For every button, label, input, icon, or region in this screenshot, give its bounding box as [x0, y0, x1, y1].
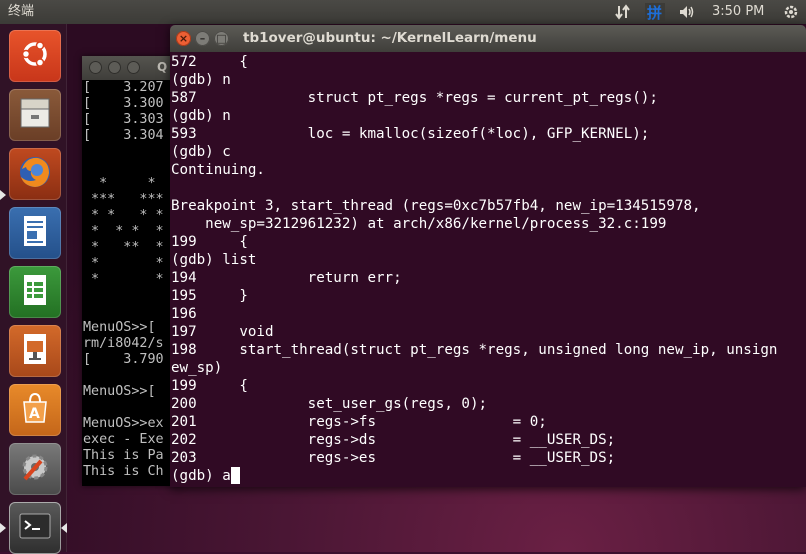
- qemu-console-line: * ** *: [83, 240, 164, 255]
- qemu-console-line: [ 3.304: [83, 128, 164, 143]
- wrench-gear-icon: [17, 449, 53, 489]
- qemu-console-line: * *: [83, 176, 156, 191]
- writer-document-icon: [17, 213, 53, 253]
- close-button[interactable]: ×: [176, 31, 191, 46]
- launcher-dash-button[interactable]: [9, 30, 61, 82]
- terminal-prompt-line[interactable]: (gdb) a: [171, 467, 806, 485]
- terminal-line: new_sp=3212961232) at arch/x86/kernel/pr…: [171, 216, 667, 232]
- active-app-title: 终端: [8, 4, 35, 19]
- launcher-files-button[interactable]: [9, 89, 61, 141]
- launcher-terminal-button[interactable]: [9, 502, 61, 554]
- terminal-line: Breakpoint 3, start_thread (regs=0xc7b57…: [171, 198, 701, 214]
- ubuntu-logo-icon: [17, 36, 53, 76]
- top-panel: 终端 拼 3:50 PM: [0, 0, 806, 24]
- terminal-line: 197 void: [171, 324, 274, 340]
- launcher-calc-button[interactable]: [9, 266, 61, 318]
- qemu-console-line: [83, 144, 183, 160]
- terminal-line: (gdb) n: [171, 72, 231, 88]
- maximize-button[interactable]: □: [214, 31, 229, 46]
- terminal-line: 587 struct pt_regs *regs = current_pt_re…: [171, 90, 658, 106]
- impress-presentation-icon: [17, 331, 53, 371]
- qemu-close-button[interactable]: [89, 61, 102, 74]
- minimize-button[interactable]: –: [195, 31, 210, 46]
- terminal-line: 203 regs->es = __USER_DS;: [171, 450, 616, 466]
- qemu-console-line: This is Ch: [83, 464, 164, 479]
- focused-indicator: [61, 523, 67, 533]
- qemu-console-line: [ 3.303: [83, 112, 164, 127]
- qemu-window[interactable]: Q [ 3.207[ 3.300[ 3.303[ 3.304 * * *** *…: [82, 56, 182, 486]
- qemu-console-line: exec - Exe: [83, 432, 164, 447]
- power-gear-icon[interactable]: [780, 0, 802, 24]
- terminal-line: 195 }: [171, 288, 248, 304]
- qemu-console-line: [ 3.300: [83, 96, 164, 111]
- qemu-console-line: MenuOS>>ex: [83, 416, 164, 431]
- firefox-icon: [16, 153, 54, 195]
- qemu-minimize-button[interactable]: [108, 61, 121, 74]
- qemu-console-line: * * * *: [83, 224, 164, 239]
- qemu-console-line: [83, 368, 183, 384]
- file-cabinet-icon: [17, 95, 53, 135]
- qemu-console-line: [83, 160, 183, 176]
- network-updown-icon[interactable]: [612, 0, 634, 24]
- qemu-console-line: * * * *: [83, 208, 164, 223]
- qemu-console-line: [83, 288, 183, 304]
- terminal-line: 202 regs->ds = __USER_DS;: [171, 432, 616, 448]
- launcher-writer-button[interactable]: [9, 207, 61, 259]
- qemu-console-line: [ 3.790: [83, 352, 164, 367]
- launcher: A: [0, 24, 67, 554]
- input-method-icon[interactable]: 拼: [643, 0, 667, 24]
- qemu-console-line: *** ***: [83, 192, 164, 207]
- running-indicator: [0, 523, 6, 533]
- calc-spreadsheet-icon: [17, 272, 53, 312]
- qemu-console-line: _: [83, 480, 183, 486]
- terminal-line: 199 {: [171, 234, 248, 250]
- qemu-console-line: This is Pa: [83, 448, 164, 463]
- qemu-console-output[interactable]: [ 3.207[ 3.300[ 3.303[ 3.304 * * *** ***…: [82, 80, 183, 486]
- qemu-console-line: * *: [83, 256, 164, 271]
- qemu-titlebar[interactable]: Q: [82, 56, 182, 80]
- launcher-software-center-button[interactable]: A: [9, 384, 61, 436]
- terminal-titlebar[interactable]: × – □ tb1over@ubuntu: ~/KernelLearn/menu: [170, 25, 806, 52]
- launcher-settings-button[interactable]: [9, 443, 61, 495]
- terminal-line: (gdb) list: [171, 252, 257, 268]
- svg-text:拼: 拼: [647, 4, 662, 21]
- terminal-line: 201 regs->fs = 0;: [171, 414, 547, 430]
- terminal-window[interactable]: × – □ tb1over@ubuntu: ~/KernelLearn/menu…: [170, 25, 806, 487]
- qemu-console-line: * *: [83, 272, 164, 287]
- qemu-console-line: rm/i8042/s: [83, 336, 164, 351]
- svg-text:A: A: [29, 406, 40, 422]
- terminal-line: Continuing.: [171, 162, 265, 178]
- qemu-console-line: [ 3.207: [83, 80, 164, 95]
- terminal-icon: [17, 508, 53, 548]
- running-indicator: [0, 190, 6, 200]
- terminal-line: 194 return err;: [171, 270, 402, 286]
- qemu-console-line: [83, 400, 183, 416]
- qemu-console-line: [83, 304, 183, 320]
- text-cursor: [230, 467, 240, 484]
- qemu-console-line: MenuOS>>[: [83, 384, 156, 399]
- terminal-line: 572 {: [171, 54, 248, 70]
- terminal-line: (gdb) n: [171, 108, 231, 124]
- terminal-output[interactable]: 572 { (gdb) n 587 struct pt_regs *regs = c…: [171, 53, 806, 487]
- qemu-maximize-button[interactable]: [127, 61, 140, 74]
- launcher-firefox-button[interactable]: [9, 148, 61, 200]
- terminal-line: 198 start_thread(struct pt_regs *regs, u…: [171, 342, 778, 358]
- launcher-impress-button[interactable]: [9, 325, 61, 377]
- clock[interactable]: 3:50 PM: [712, 0, 764, 24]
- terminal-line: (gdb) c: [171, 144, 231, 160]
- terminal-line: 593 loc = kmalloc(sizeof(*loc), GFP_KERN…: [171, 126, 650, 142]
- gdb-prompt: (gdb) a: [171, 468, 231, 484]
- terminal-line: ew_sp): [171, 360, 223, 376]
- shopping-bag-icon: A: [17, 390, 53, 430]
- terminal-line: 196: [171, 306, 197, 322]
- terminal-title: tb1over@ubuntu: ~/KernelLearn/menu: [243, 30, 537, 46]
- qemu-console-line: MenuOS>>[: [83, 320, 156, 335]
- volume-icon[interactable]: [676, 0, 698, 24]
- qemu-title: Q: [157, 60, 168, 74]
- terminal-line: 200 set_user_gs(regs, 0);: [171, 396, 488, 412]
- terminal-line: 199 {: [171, 378, 248, 394]
